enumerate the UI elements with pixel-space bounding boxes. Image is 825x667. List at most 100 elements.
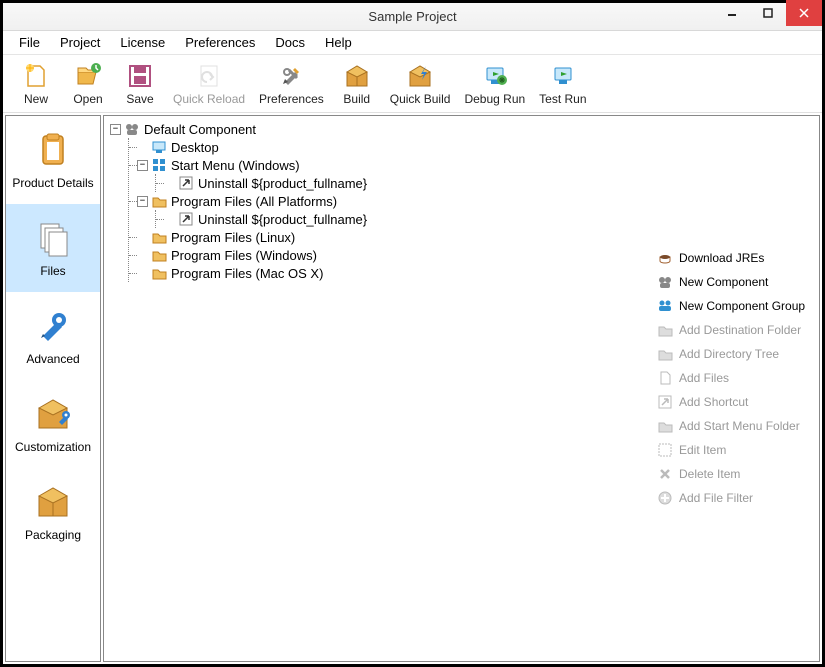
titlebar: Sample Project	[3, 3, 822, 31]
expander-icon	[137, 250, 148, 261]
action-download-jres-label: Download JREs	[679, 251, 764, 265]
build-label: Build	[343, 92, 370, 106]
sidebar-product-details-label: Product Details	[12, 176, 93, 190]
action-add-start-menu-folder: Add Start Menu Folder	[657, 414, 819, 438]
sidebar-files-label: Files	[40, 264, 65, 278]
tree-node[interactable]: Program Files (Linux)	[137, 228, 647, 246]
quick-reload-label: Quick Reload	[173, 92, 245, 106]
tree-node[interactable]: − Program Files (All Platforms)	[137, 192, 647, 210]
folder-icon	[657, 418, 673, 434]
sidebar-packaging[interactable]: Packaging	[6, 468, 100, 556]
action-new-component-label: New Component	[679, 275, 768, 289]
preferences-label: Preferences	[259, 92, 324, 106]
menu-preferences[interactable]: Preferences	[177, 33, 263, 52]
menu-license[interactable]: License	[112, 33, 173, 52]
tree-node[interactable]: Uninstall ${product_fullname}	[164, 210, 647, 228]
shortcut-icon	[178, 175, 194, 191]
expander-icon	[137, 232, 148, 243]
tree-node-label: Uninstall ${product_fullname}	[198, 212, 367, 227]
action-new-component[interactable]: New Component	[657, 270, 819, 294]
action-add-file-filter: Add File Filter	[657, 486, 819, 510]
save-button[interactable]: Save	[115, 60, 165, 108]
action-delete-item: Delete Item	[657, 462, 819, 486]
folder-icon	[657, 322, 673, 338]
file-tree[interactable]: − Default Component Desktop − Start Menu (Wi…	[104, 116, 653, 661]
sidebar-product-details[interactable]: Product Details	[6, 116, 100, 204]
tree-node-label: Uninstall ${product_fullname}	[198, 176, 367, 191]
tree-node[interactable]: Desktop	[137, 138, 647, 156]
tree-node-label: Desktop	[171, 140, 219, 155]
tree-node[interactable]: Program Files (Mac OS X)	[137, 264, 647, 282]
group-icon	[657, 298, 673, 314]
menu-help[interactable]: Help	[317, 33, 360, 52]
action-add-file-filter-label: Add File Filter	[679, 491, 753, 505]
tree-node-label: Default Component	[144, 122, 256, 137]
expander-icon	[164, 178, 175, 189]
action-edit-item-label: Edit Item	[679, 443, 726, 457]
packaging-icon	[33, 482, 73, 522]
action-add-directory-tree: Add Directory Tree	[657, 342, 819, 366]
quick-build-label: Quick Build	[390, 92, 451, 106]
customization-icon	[33, 394, 73, 434]
tree-node[interactable]: − Default Component	[110, 120, 647, 138]
action-add-destination-folder-label: Add Destination Folder	[679, 323, 801, 337]
expander-icon[interactable]: −	[110, 124, 121, 135]
expander-icon	[137, 268, 148, 279]
tree-node[interactable]: Uninstall ${product_fullname}	[164, 174, 647, 192]
sidebar-packaging-label: Packaging	[25, 528, 81, 542]
maximize-button[interactable]	[750, 0, 786, 26]
quick-build-button[interactable]: Quick Build	[384, 60, 457, 108]
tree-node-label: Program Files (Windows)	[171, 248, 317, 263]
test-run-button[interactable]: Test Run	[533, 60, 592, 108]
startmenu-icon	[151, 157, 167, 173]
action-add-directory-tree-label: Add Directory Tree	[679, 347, 779, 361]
build-button[interactable]: Build	[332, 60, 382, 108]
expander-icon[interactable]: −	[137, 160, 148, 171]
file-icon	[657, 370, 673, 386]
menu-file[interactable]: File	[11, 33, 48, 52]
action-panel: Download JREs New Component New Component …	[653, 116, 819, 661]
quick-reload-button: Quick Reload	[167, 60, 251, 108]
sidebar-files[interactable]: Files	[6, 204, 100, 292]
new-label: New	[24, 92, 48, 106]
menu-project[interactable]: Project	[52, 33, 108, 52]
action-new-component-group[interactable]: New Component Group	[657, 294, 819, 318]
save-label: Save	[126, 92, 153, 106]
component-icon	[657, 274, 673, 290]
edit-icon	[657, 442, 673, 458]
tree-node[interactable]: − Start Menu (Windows)	[137, 156, 647, 174]
open-button[interactable]: Open	[63, 60, 113, 108]
test-run-label: Test Run	[539, 92, 586, 106]
tree-node-label: Program Files (All Platforms)	[171, 194, 337, 209]
action-new-component-group-label: New Component Group	[679, 299, 805, 313]
tree-node[interactable]: Program Files (Windows)	[137, 246, 647, 264]
expander-icon	[137, 142, 148, 153]
preferences-button[interactable]: Preferences	[253, 60, 330, 108]
toolbar: New Open Save Quick Reload Preferences Build Q…	[3, 55, 822, 113]
tree-node-label: Program Files (Linux)	[171, 230, 295, 245]
advanced-icon	[33, 306, 73, 346]
debug-run-button[interactable]: Debug Run	[458, 60, 531, 108]
sidebar-advanced[interactable]: Advanced	[6, 292, 100, 380]
tree-node-label: Start Menu (Windows)	[171, 158, 300, 173]
shortcut-icon	[178, 211, 194, 227]
action-add-files-label: Add Files	[679, 371, 729, 385]
folder-icon	[151, 193, 167, 209]
expander-icon	[164, 214, 175, 225]
new-button[interactable]: New	[11, 60, 61, 108]
filter-icon	[657, 490, 673, 506]
action-download-jres[interactable]: Download JREs	[657, 246, 819, 270]
action-add-shortcut: Add Shortcut	[657, 390, 819, 414]
sidebar: Product Details Files Advanced Customizatio…	[5, 115, 101, 662]
sidebar-customization-label: Customization	[15, 440, 91, 454]
menu-docs[interactable]: Docs	[267, 33, 313, 52]
minimize-button[interactable]	[714, 0, 750, 26]
action-add-start-menu-folder-label: Add Start Menu Folder	[679, 419, 800, 433]
sidebar-customization[interactable]: Customization	[6, 380, 100, 468]
close-button[interactable]	[786, 0, 822, 26]
expander-icon[interactable]: −	[137, 196, 148, 207]
action-edit-item: Edit Item	[657, 438, 819, 462]
menubar: FileProjectLicensePreferencesDocsHelp	[3, 31, 822, 55]
delete-icon	[657, 466, 673, 482]
window-controls	[714, 0, 822, 26]
